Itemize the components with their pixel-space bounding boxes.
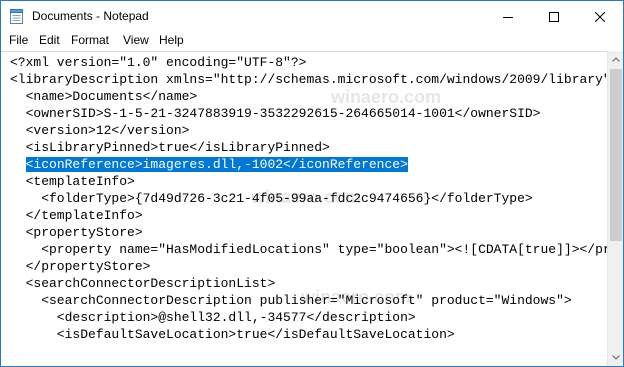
code-line: <property name="HasModifiedLocations" ty… — [10, 242, 607, 257]
code-line: </propertyStore> — [10, 259, 151, 274]
close-icon — [595, 11, 605, 22]
minimize-button[interactable] — [485, 1, 531, 32]
menu-edit[interactable]: Edit — [39, 33, 60, 47]
chevron-down-icon — [612, 355, 620, 360]
menu-view[interactable]: View — [123, 33, 149, 47]
scroll-thumb[interactable] — [610, 69, 622, 241]
code-line: <isLibraryPinned>true</isLibraryPinned> — [10, 140, 330, 155]
notepad-window: Documents - Notepad File Edit Format Vie… — [0, 0, 624, 367]
code-line: <templateInfo> — [10, 174, 135, 189]
window-title: Documents - Notepad — [32, 9, 149, 23]
minimize-icon — [503, 16, 513, 18]
selection-indent — [10, 157, 26, 172]
code-line: <ownerSID>S-1-5-21-3247883919-3532292615… — [10, 106, 541, 121]
code-line: </templateInfo> — [10, 208, 143, 223]
notepad-icon[interactable] — [10, 9, 23, 24]
code-line: <description>@shell32.dll,-34577</descri… — [10, 310, 416, 325]
code-line: <version>12</version> — [10, 123, 190, 138]
text-selection[interactable]: <iconReference>imageres.dll,-1002</iconR… — [25, 157, 408, 172]
close-button[interactable] — [577, 1, 623, 32]
scroll-up-button[interactable] — [608, 51, 623, 68]
scroll-down-button[interactable] — [608, 349, 623, 366]
menu-format[interactable]: Format — [71, 33, 109, 47]
text-editor-area[interactable]: <?xml version="1.0" encoding="UTF-8"?> <… — [1, 51, 607, 366]
code-line: <?xml version="1.0" encoding="UTF-8"?> — [10, 55, 307, 70]
watermark: winaero.com — [331, 87, 442, 107]
code-line: <libraryDescription xmlns="http://schema… — [10, 72, 607, 87]
code-line: <isDefaultSaveLocation>true</isDefaultSa… — [10, 327, 455, 342]
watermark: winaero.com — [301, 287, 412, 307]
maximize-icon — [549, 11, 559, 22]
maximize-button[interactable] — [531, 1, 577, 32]
watermark: winaero.com — [251, 187, 362, 207]
code-line: <searchConnectorDescription publisher="M… — [10, 293, 572, 308]
chevron-up-icon — [612, 57, 620, 62]
menu-file[interactable]: File — [9, 33, 28, 47]
menu-bar: File Edit Format View Help — [1, 32, 623, 51]
code-line: <propertyStore> — [10, 225, 143, 240]
vertical-scrollbar[interactable] — [607, 51, 623, 366]
title-bar[interactable]: Documents - Notepad — [1, 1, 623, 32]
code-line: <name>Documents</name> — [10, 89, 198, 104]
selected-code-line: <iconReference>imageres.dll,-1002</iconR… — [10, 156, 408, 174]
menu-help[interactable]: Help — [159, 33, 184, 47]
code-line: <searchConnectorDescriptionList> — [10, 276, 276, 291]
